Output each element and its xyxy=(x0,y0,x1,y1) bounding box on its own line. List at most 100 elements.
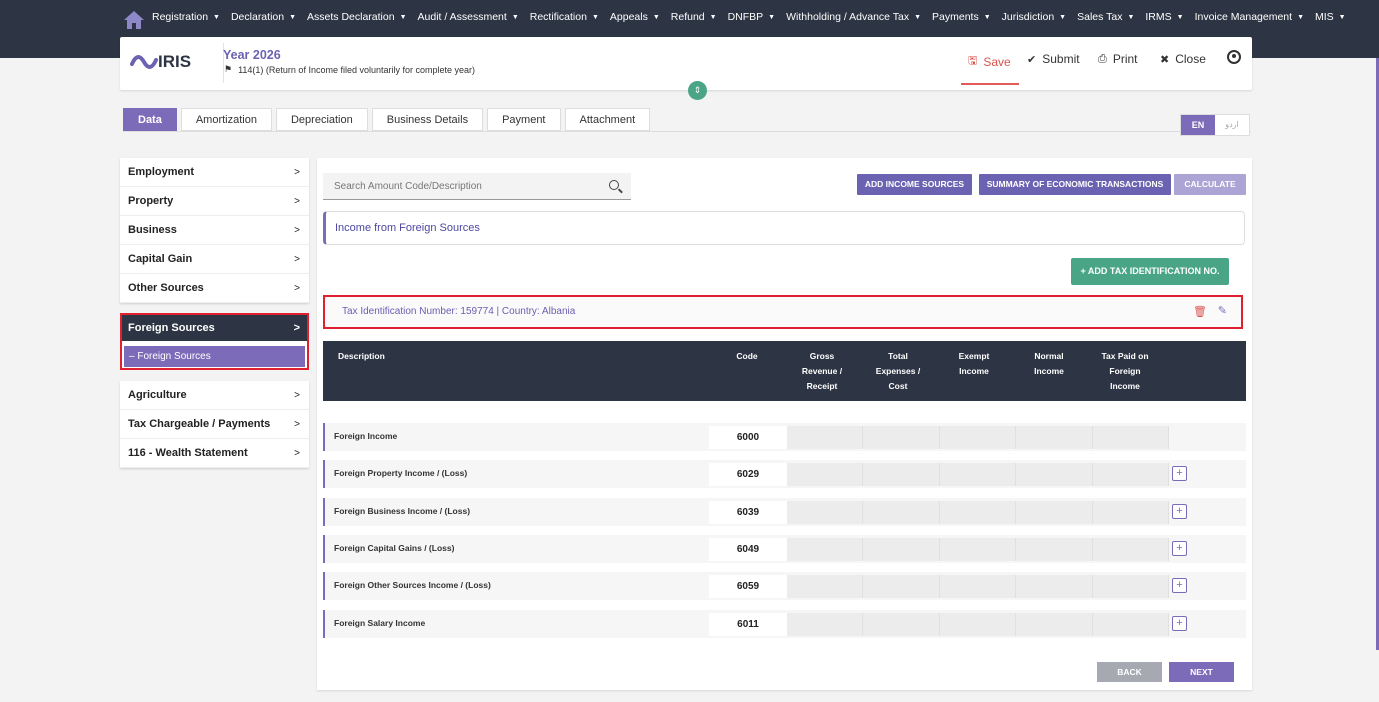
back-button[interactable]: BACK xyxy=(1097,662,1162,682)
amount-cells xyxy=(787,575,1170,598)
expand-plus-icon[interactable]: + xyxy=(1172,466,1187,481)
iris-logo: IRIS xyxy=(130,52,191,71)
sidebar-foreign-sources: Foreign Sources > – Foreign Sources xyxy=(120,313,309,370)
nav-rectification[interactable]: Rectification ▼ xyxy=(530,11,599,23)
tab-payment[interactable]: Payment xyxy=(487,108,561,131)
add-tax-id-button[interactable]: + ADD TAX IDENTIFICATION NO. xyxy=(1071,258,1229,285)
user-icon[interactable] xyxy=(1227,50,1241,64)
nav-irms[interactable]: IRMS ▼ xyxy=(1145,11,1183,23)
form-tabs: Data Amortization Depreciation Business … xyxy=(123,108,651,131)
table-row: Foreign Property Income / (Loss) 6029 + xyxy=(323,460,1246,488)
tax-year: Year 2026 xyxy=(223,48,281,62)
amount-cells xyxy=(787,613,1170,636)
search-input[interactable]: Search Amount Code/Description xyxy=(323,173,631,200)
home-icon[interactable] xyxy=(123,10,145,30)
nav-sales-tax[interactable]: Sales Tax ▼ xyxy=(1077,11,1134,23)
print-button[interactable]: ⎙ Print xyxy=(1098,52,1138,66)
nav-appeals[interactable]: Appeals ▼ xyxy=(610,11,660,23)
nav-invoice-management[interactable]: Invoice Management ▼ xyxy=(1195,11,1304,23)
col-gross: Gross Revenue / Receipt xyxy=(801,351,843,391)
sidebar-subitem-foreign-sources[interactable]: – Foreign Sources xyxy=(124,346,305,367)
expand-plus-icon[interactable]: + xyxy=(1172,504,1187,519)
nav-withholding[interactable]: Withholding / Advance Tax ▼ xyxy=(786,11,921,23)
tax-id-label: Tax Identification Number: 159774 | Coun… xyxy=(342,306,576,317)
flag-icon: ⚑ xyxy=(224,64,233,74)
table-row: Foreign Income 6000 xyxy=(323,423,1246,451)
edit-icon[interactable]: ✎ xyxy=(1218,304,1227,317)
expand-plus-icon[interactable]: + xyxy=(1172,616,1187,631)
tab-business-details[interactable]: Business Details xyxy=(371,108,484,131)
close-circle-icon: ✖ xyxy=(1160,53,1170,66)
nav-payments[interactable]: Payments ▼ xyxy=(932,11,991,23)
tax-id-card: Tax Identification Number: 159774 | Coun… xyxy=(323,295,1243,329)
nav-audit-assessment[interactable]: Audit / Assessment ▼ xyxy=(418,11,519,23)
table-row: Foreign Salary Income 6011 + xyxy=(323,610,1246,638)
sidebar-item-other-sources[interactable]: Other Sources > xyxy=(120,274,309,303)
sidebar-income-heads: Employment > Property > Business > Capital … xyxy=(120,158,309,303)
expand-plus-icon[interactable]: + xyxy=(1172,541,1187,556)
search-icon[interactable] xyxy=(609,180,619,190)
submit-button[interactable]: ✔ Submit xyxy=(1027,52,1080,66)
section-title: Income from Foreign Sources xyxy=(323,211,1245,245)
save-button[interactable]: 🖫 Save xyxy=(968,52,1011,71)
nav-jurisdiction[interactable]: Jurisdiction ▼ xyxy=(1002,11,1066,23)
sidebar-other-heads: Agriculture > Tax Chargeable / Payments > … xyxy=(120,381,309,468)
svg-text:IRIS: IRIS xyxy=(158,52,191,71)
tab-attachment[interactable]: Attachment xyxy=(564,108,651,131)
chevron-right-icon: > xyxy=(294,418,300,430)
amount-cells xyxy=(787,538,1170,561)
return-type: ⚑ 114(1) (Return of Income filed voluntar… xyxy=(224,64,476,75)
chevron-right-icon: > xyxy=(294,389,300,401)
next-button[interactable]: NEXT xyxy=(1169,662,1234,682)
close-button[interactable]: ✖ Close xyxy=(1160,52,1206,66)
nav-refund[interactable]: Refund ▼ xyxy=(671,11,717,23)
chevron-right-icon: > xyxy=(294,282,300,294)
trash-icon[interactable]: 🗑 xyxy=(1193,305,1207,318)
add-income-sources-button[interactable]: ADD INCOME SOURCES xyxy=(857,174,972,195)
sidebar-item-business[interactable]: Business > xyxy=(120,216,309,245)
main-panel: Search Amount Code/Description ADD INCOM… xyxy=(317,158,1252,690)
main-menu: Registration ▼ Declaration ▼ Assets Declar… xyxy=(152,11,1357,23)
amount-cells xyxy=(787,463,1170,486)
nav-assets-declaration[interactable]: Assets Declaration ▼ xyxy=(307,11,406,23)
summary-economic-transactions-button[interactable]: SUMMARY OF ECONOMIC TRANSACTIONS xyxy=(979,174,1171,195)
printer-icon: ⎙ xyxy=(1098,52,1107,65)
table-row: Foreign Business Income / (Loss) 6039 + xyxy=(323,498,1246,526)
sidebar-item-agriculture[interactable]: Agriculture > xyxy=(120,381,309,410)
lang-ur-button[interactable]: اردو xyxy=(1215,115,1249,135)
collapse-toggle-icon[interactable]: ⇕ xyxy=(688,81,707,100)
lang-en-button[interactable]: EN xyxy=(1181,115,1215,135)
language-toggle: EN اردو xyxy=(1180,114,1250,136)
chevron-right-icon: > xyxy=(294,447,300,459)
sidebar-item-foreign-sources[interactable]: Foreign Sources > xyxy=(122,315,307,341)
col-description: Description xyxy=(338,351,385,361)
expand-plus-icon[interactable]: + xyxy=(1172,578,1187,593)
nav-dnfbp[interactable]: DNFBP ▼ xyxy=(728,11,776,23)
sidebar-item-capital-gain[interactable]: Capital Gain > xyxy=(120,245,309,274)
nav-mis[interactable]: MIS ▼ xyxy=(1315,11,1346,23)
table-header: Description Code Gross Revenue / Receipt… xyxy=(323,341,1246,401)
chevron-right-icon: > xyxy=(294,195,300,207)
sidebar-item-employment[interactable]: Employment > xyxy=(120,158,309,187)
amount-cells xyxy=(787,501,1170,524)
check-circle-icon: ✔ xyxy=(1027,53,1037,66)
save-underline xyxy=(961,83,1019,85)
table-row: Foreign Other Sources Income / (Loss) 60… xyxy=(323,572,1246,600)
form-header: IRIS Year 2026 ⚑ 114(1) (Return of Income… xyxy=(120,37,1252,90)
sidebar-item-property[interactable]: Property > xyxy=(120,187,309,216)
tab-depreciation[interactable]: Depreciation xyxy=(275,108,368,131)
col-exempt: Exempt Income xyxy=(958,351,990,376)
nav-registration[interactable]: Registration ▼ xyxy=(152,11,220,23)
chevron-right-icon: > xyxy=(294,253,300,265)
sidebar-item-tax-chargeable[interactable]: Tax Chargeable / Payments > xyxy=(120,410,309,439)
amount-cells xyxy=(787,426,1170,449)
sidebar-item-wealth-statement[interactable]: 116 - Wealth Statement > xyxy=(120,439,309,468)
tab-amortization[interactable]: Amortization xyxy=(180,108,272,131)
chevron-right-icon: > xyxy=(294,224,300,236)
nav-declaration[interactable]: Declaration ▼ xyxy=(231,11,296,23)
chevron-right-icon: > xyxy=(293,322,300,334)
col-tax-paid: Tax Paid on Foreign Income xyxy=(1101,351,1149,391)
tab-data[interactable]: Data xyxy=(123,108,177,131)
chevron-right-icon: > xyxy=(294,166,300,178)
calculate-button[interactable]: CALCULATE xyxy=(1174,174,1246,195)
